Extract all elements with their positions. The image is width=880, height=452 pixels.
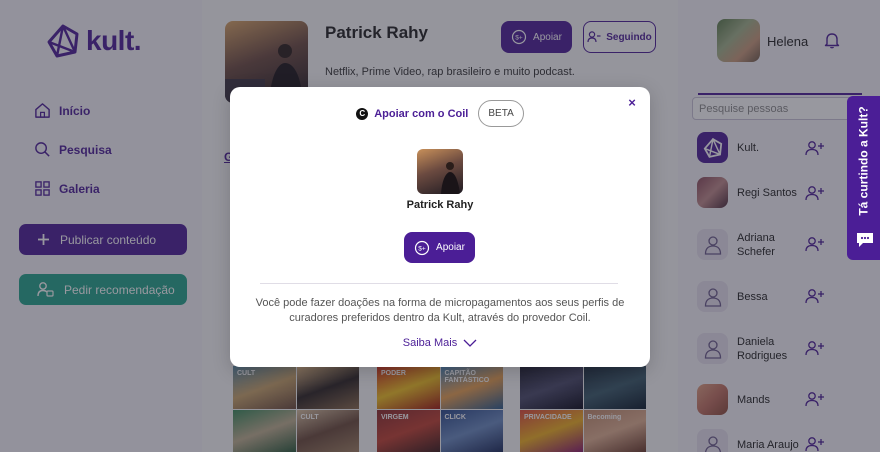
learn-more-label: Saiba Mais — [402, 337, 458, 349]
modal-profile-photo-image — [441, 162, 460, 194]
modal-header: C Apoiar com o Coil BETA — [230, 100, 650, 127]
close-modal-button[interactable]: × — [625, 95, 639, 110]
coil-icon: C — [356, 107, 369, 120]
support-modal: C Apoiar com o Coil BETA × Patrick Rahy … — [230, 87, 650, 367]
chevron-down-icon — [463, 339, 477, 347]
modal-description: Você pode fazer doações na forma de micr… — [255, 297, 625, 324]
modal-title: Apoiar com o Coil — [374, 107, 469, 120]
feedback-tab-label: Tá curtindo a Kult? — [856, 106, 871, 216]
learn-more-link[interactable]: Saiba Mais — [230, 337, 650, 349]
modal-support-button-label: Apoiar — [436, 242, 465, 253]
feedback-tab-text-wrap: Tá curtindo a Kult? — [847, 96, 880, 226]
feedback-tab[interactable]: Tá curtindo a Kult? — [847, 96, 880, 260]
modal-divider — [260, 283, 618, 284]
coin-icon: $+ — [414, 240, 430, 255]
modal-profile-photo — [417, 149, 463, 194]
svg-text:$+: $+ — [418, 245, 426, 252]
modal-support-button[interactable]: $+ Apoiar — [404, 232, 475, 263]
chat-bubble-icon — [857, 233, 873, 247]
modal-profile-name: Patrick Rahy — [406, 199, 474, 211]
beta-badge: BETA — [478, 100, 524, 127]
